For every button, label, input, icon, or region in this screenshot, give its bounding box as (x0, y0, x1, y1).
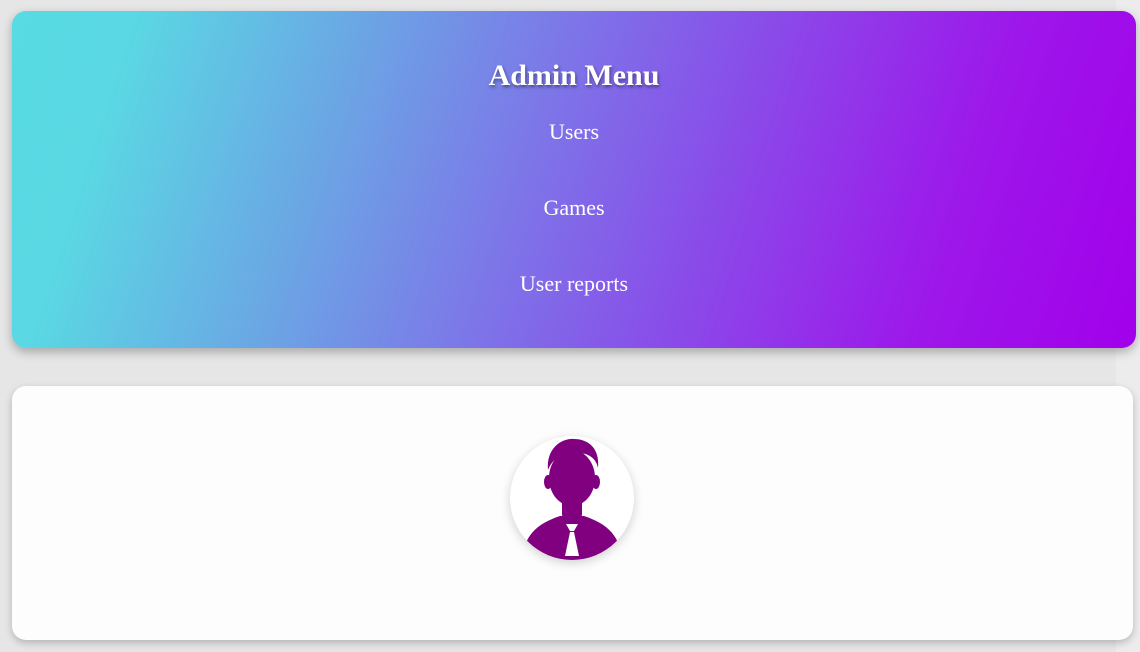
admin-menu-card: Admin Menu Users Games User reports (12, 11, 1136, 348)
page: Admin Menu Users Games User reports (0, 0, 1140, 652)
user-reports-link[interactable]: User reports (520, 268, 628, 300)
admin-menu-list: Users Games User reports (12, 116, 1136, 344)
menu-item-user-reports: User reports (12, 268, 1136, 344)
profile-card (12, 386, 1133, 640)
avatar[interactable] (510, 436, 634, 560)
menu-item-users: Users (12, 116, 1136, 192)
admin-menu-title: Admin Menu (488, 59, 660, 92)
users-link[interactable]: Users (549, 116, 599, 148)
games-link[interactable]: Games (543, 192, 604, 224)
user-silhouette-icon (522, 438, 622, 560)
menu-item-games: Games (12, 192, 1136, 268)
